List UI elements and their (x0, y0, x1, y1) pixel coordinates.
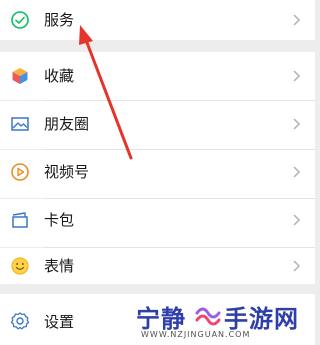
menu-item-label: 视频号 (44, 163, 90, 181)
channels-play-icon (9, 161, 31, 183)
menu-item-favorites[interactable]: 收藏 (0, 52, 315, 100)
menu-item-label: 卡包 (44, 211, 75, 229)
menu-item-label: 服务 (44, 11, 75, 29)
favorites-cube-icon (9, 65, 31, 87)
menu-item-stickers[interactable]: 表情 (0, 248, 315, 284)
menu-item-label: 朋友圈 (44, 115, 90, 133)
watermark-text-right: 手游网 (224, 305, 299, 333)
menu-item-service[interactable]: 服务 (0, 0, 315, 40)
chevron-right-icon (293, 70, 301, 82)
chevron-right-icon (293, 14, 301, 26)
watermark-text-left: 宁静 (136, 305, 186, 333)
chevron-right-icon (293, 166, 301, 178)
moments-image-icon (9, 113, 31, 135)
chevron-right-icon (293, 214, 301, 226)
site-watermark: 宁静 手游网 WWW.NZJINGUAN.COM (110, 297, 315, 345)
settings-gear-icon (9, 310, 31, 332)
sticker-smile-icon (9, 255, 31, 277)
menu-item-channels[interactable]: 视频号 (0, 150, 315, 198)
service-check-icon (9, 9, 31, 31)
menu-item-card-wallet[interactable]: 卡包 (0, 199, 315, 247)
card-wallet-icon (9, 209, 31, 231)
menu-item-label: 设置 (44, 313, 75, 331)
menu-item-label: 收藏 (44, 67, 75, 85)
menu-item-moments[interactable]: 朋友圈 (0, 101, 315, 149)
watermark-logo-icon (195, 307, 221, 326)
chevron-right-icon (293, 260, 301, 272)
watermark-url: WWW.NZJINGUAN.COM (141, 330, 251, 339)
menu-item-label: 表情 (44, 257, 75, 275)
chevron-right-icon (293, 118, 301, 130)
